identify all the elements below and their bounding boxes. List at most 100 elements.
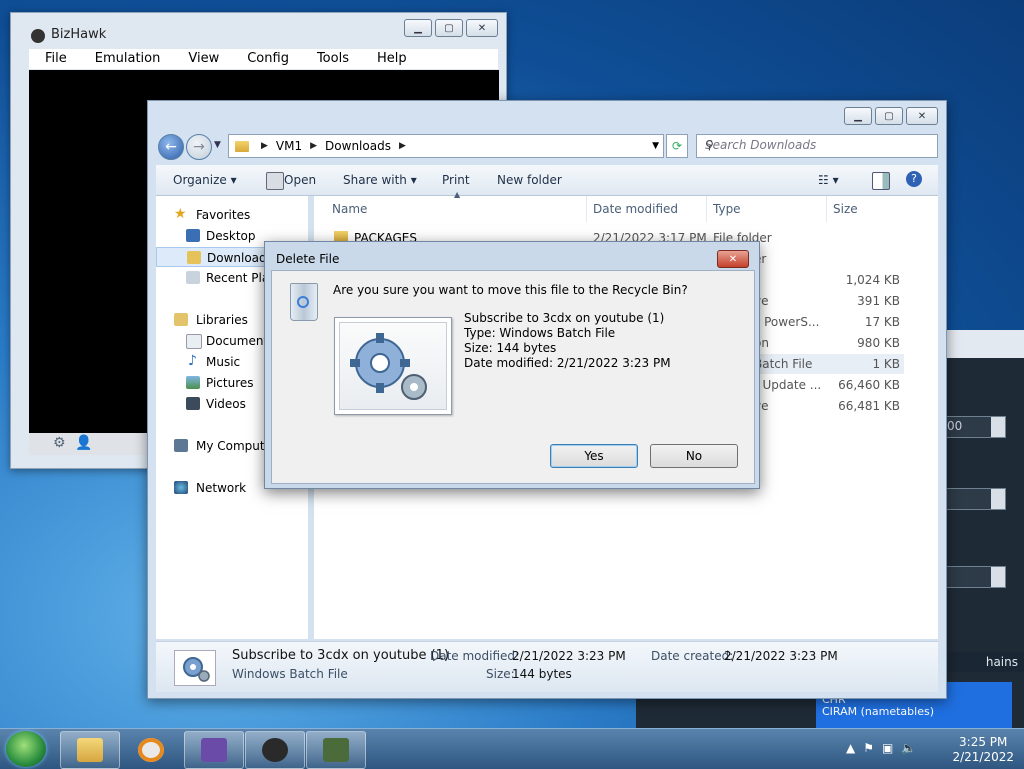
taskbar-app-4[interactable] [245,731,305,769]
menu-emulation[interactable]: Emulation [79,49,173,69]
forward-button[interactable]: → [186,134,212,160]
start-button[interactable] [6,731,46,767]
star-icon: ★ [174,206,187,222]
menu-tools[interactable]: Tools [301,49,361,69]
column-type[interactable]: Type [713,202,741,216]
flag-icon[interactable]: ⚑ [863,741,874,755]
details-filetype: Windows Batch File [232,667,348,681]
videos-icon [186,397,200,410]
menu-help[interactable]: Help [361,49,419,69]
dialog-question: Are you sure you want to move this file … [333,283,688,297]
user-icon[interactable]: 👤 [75,435,92,451]
row-size: 980 KB [857,336,900,350]
clock-date: 2/21/2022 [952,750,1014,764]
dropdown-select[interactable] [942,566,1006,588]
recycle-bin-icon [290,283,318,321]
recent-places-icon [186,271,200,284]
yes-label: Yes [584,449,604,463]
desktop-icon [186,229,200,242]
spin-arrows[interactable] [991,417,1005,437]
row-size: 1 KB [872,357,900,371]
maximize-button[interactable]: ▢ [875,107,903,125]
menu-file[interactable]: File [29,49,79,69]
minimize-button[interactable]: ▁ [844,107,872,125]
breadcrumb-vm1[interactable]: VM1 [276,139,302,153]
breadcrumb-separator-icon[interactable]: ▶ [261,141,268,151]
column-date-modified[interactable]: Date modified [593,202,678,216]
change-view-icon[interactable]: ☷ ▾ [818,173,839,187]
help-icon[interactable]: ? [906,171,922,187]
chevron-down-icon[interactable] [991,567,1005,587]
nav-label: Favorites [196,208,251,222]
breadcrumb-separator-icon[interactable]: ▶ [399,141,406,151]
spin-input-1[interactable]: 00 [942,416,1006,438]
column-name[interactable]: Name [332,202,367,216]
details-date-created-label: Date created: [651,649,734,663]
delete-file-dialog[interactable]: Delete File ✕ Are you sure you want to m… [264,241,760,489]
minimize-button[interactable]: ▁ [404,19,432,37]
maximize-button[interactable]: ▢ [435,19,463,37]
list-item[interactable]: CIRAM (nametables) [822,706,1006,718]
taskbar-explorer[interactable] [60,731,120,769]
spin-arrows[interactable] [991,489,1005,509]
info-filename: Subscribe to 3cdx on youtube (1) [464,311,665,325]
details-filename: Subscribe to 3cdx on youtube (1) [232,648,450,663]
row-size: 17 KB [864,315,900,329]
clock[interactable]: 3:25 PM 2/21/2022 [952,735,1014,765]
libraries-icon [174,313,188,326]
details-size: 144 bytes [512,667,572,681]
nav-label: My Compute [196,439,272,453]
back-button[interactable]: ← [158,134,184,160]
row-size: 66,481 KB [838,399,900,413]
documents-icon [186,334,202,349]
refresh-button[interactable]: ⟳ [666,134,688,158]
new-folder-button[interactable]: New folder [497,173,562,187]
details-date-created: 2/21/2022 3:23 PM [724,649,838,663]
close-button[interactable]: ✕ [466,19,498,37]
row-size: 66,460 KB [838,378,900,392]
nav-label: Document [206,334,269,348]
network-icon[interactable]: ▣ [882,741,893,755]
column-size[interactable]: Size [833,202,858,216]
bizhawk-menubar: File Emulation View Config Tools Help [29,49,498,69]
search-input[interactable]: Search Downloads ⚲ [696,134,938,158]
no-button[interactable]: No [650,444,738,468]
open-icon [266,172,284,190]
system-tray: ▲ ⚑ ▣ 🔈 [846,741,916,755]
show-hidden-icons-icon[interactable]: ▲ [846,741,855,755]
preview-pane-icon[interactable] [872,172,890,190]
menu-view[interactable]: View [172,49,231,69]
dialog-close-button[interactable]: ✕ [717,250,749,268]
app-icon [201,738,227,762]
recent-pages-dropdown[interactable]: ▼ [214,140,221,150]
yes-button[interactable]: Yes [550,444,638,468]
media-player-icon [138,738,164,762]
share-with-label: Share with [343,173,407,187]
open-button[interactable]: Open [284,173,316,187]
breadcrumb-separator-icon[interactable]: ▶ [310,141,317,151]
details-date-modified-label: Date modified: [430,649,520,663]
breadcrumb-downloads[interactable]: Downloads [325,139,391,153]
controller-icon[interactable]: ⚙ [53,435,66,451]
taskbar: ▲ ⚑ ▣ 🔈 3:25 PM 2/21/2022 [0,728,1024,769]
file-preview [334,317,452,415]
nav-favorites[interactable]: ★ Favorites [156,205,308,225]
organize-button[interactable]: Organize ▾ [173,173,237,187]
computer-icon [174,439,188,452]
print-button[interactable]: Print [442,173,470,187]
taskbar-app-3[interactable] [184,731,244,769]
bizhawk-title: BizHawk [51,27,107,42]
share-with-button[interactable]: Share with ▾ [343,173,417,187]
address-bar[interactable]: ▶ VM1 ▶ Downloads ▶ ▼ [228,134,664,158]
taskbar-media-player[interactable] [121,731,181,769]
volume-icon[interactable]: 🔈 [901,741,916,755]
address-dropdown-icon[interactable]: ▼ [652,141,659,151]
close-button[interactable]: ✕ [906,107,938,125]
taskbar-bizhawk[interactable] [306,731,366,769]
search-icon[interactable]: ⚲ [705,138,931,152]
no-label: No [685,449,703,463]
app-icon [323,738,349,762]
spin-input-2[interactable] [942,488,1006,510]
file-info: Subscribe to 3cdx on youtube (1) Type: W… [464,311,671,371]
menu-config[interactable]: Config [231,49,301,69]
